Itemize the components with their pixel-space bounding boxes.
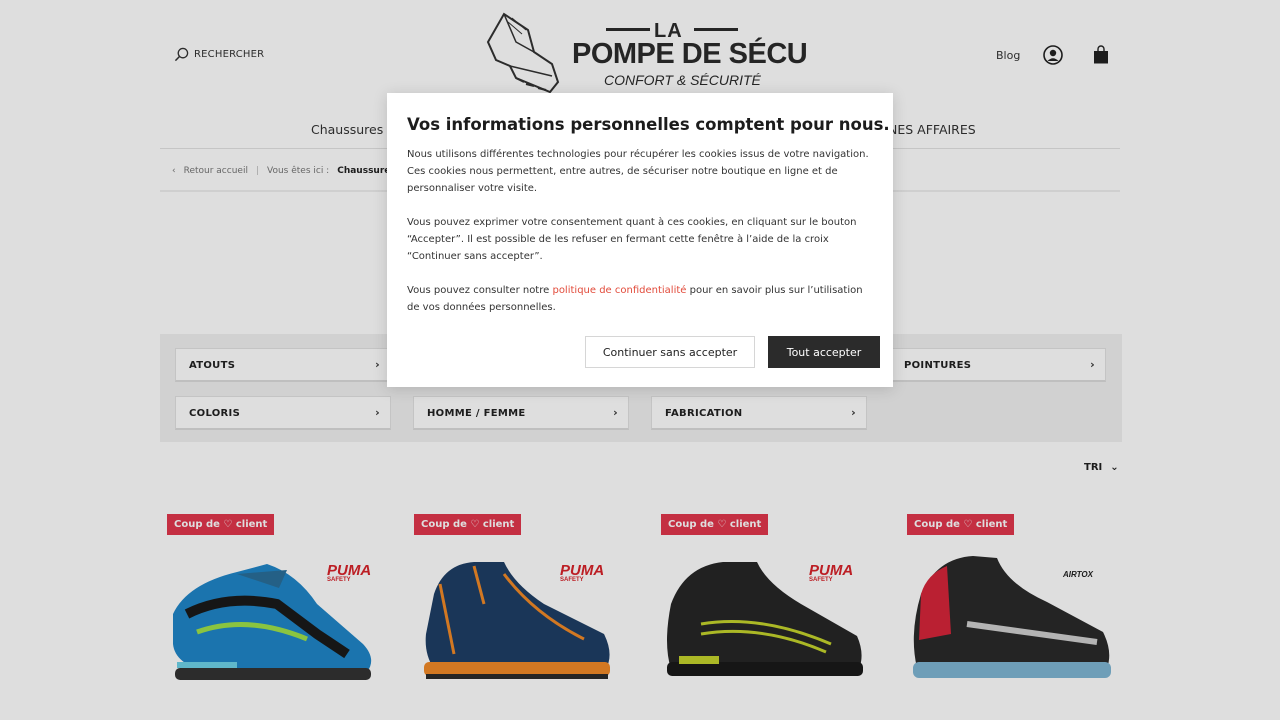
dialog-paragraph: Nous utilisons différentes technologies …: [407, 149, 869, 194]
dialog-paragraph: Vous pouvez exprimer votre consentement …: [407, 217, 857, 262]
paragraph-text: Vous pouvez consulter notre: [407, 285, 553, 296]
dialog-body: Nous utilisons différentes technologies …: [407, 146, 877, 333]
cookie-consent-dialog: Vos informations personnelles comptent p…: [387, 93, 893, 387]
accept-all-button[interactable]: Tout accepter: [768, 336, 880, 368]
dialog-paragraph: Vous pouvez consulter notre politique de…: [407, 282, 877, 316]
dialog-title: Vos informations personnelles comptent p…: [407, 115, 890, 134]
continue-without-accepting-button[interactable]: Continuer sans accepter: [585, 336, 755, 368]
privacy-policy-link[interactable]: politique de confidentialité: [552, 285, 686, 296]
